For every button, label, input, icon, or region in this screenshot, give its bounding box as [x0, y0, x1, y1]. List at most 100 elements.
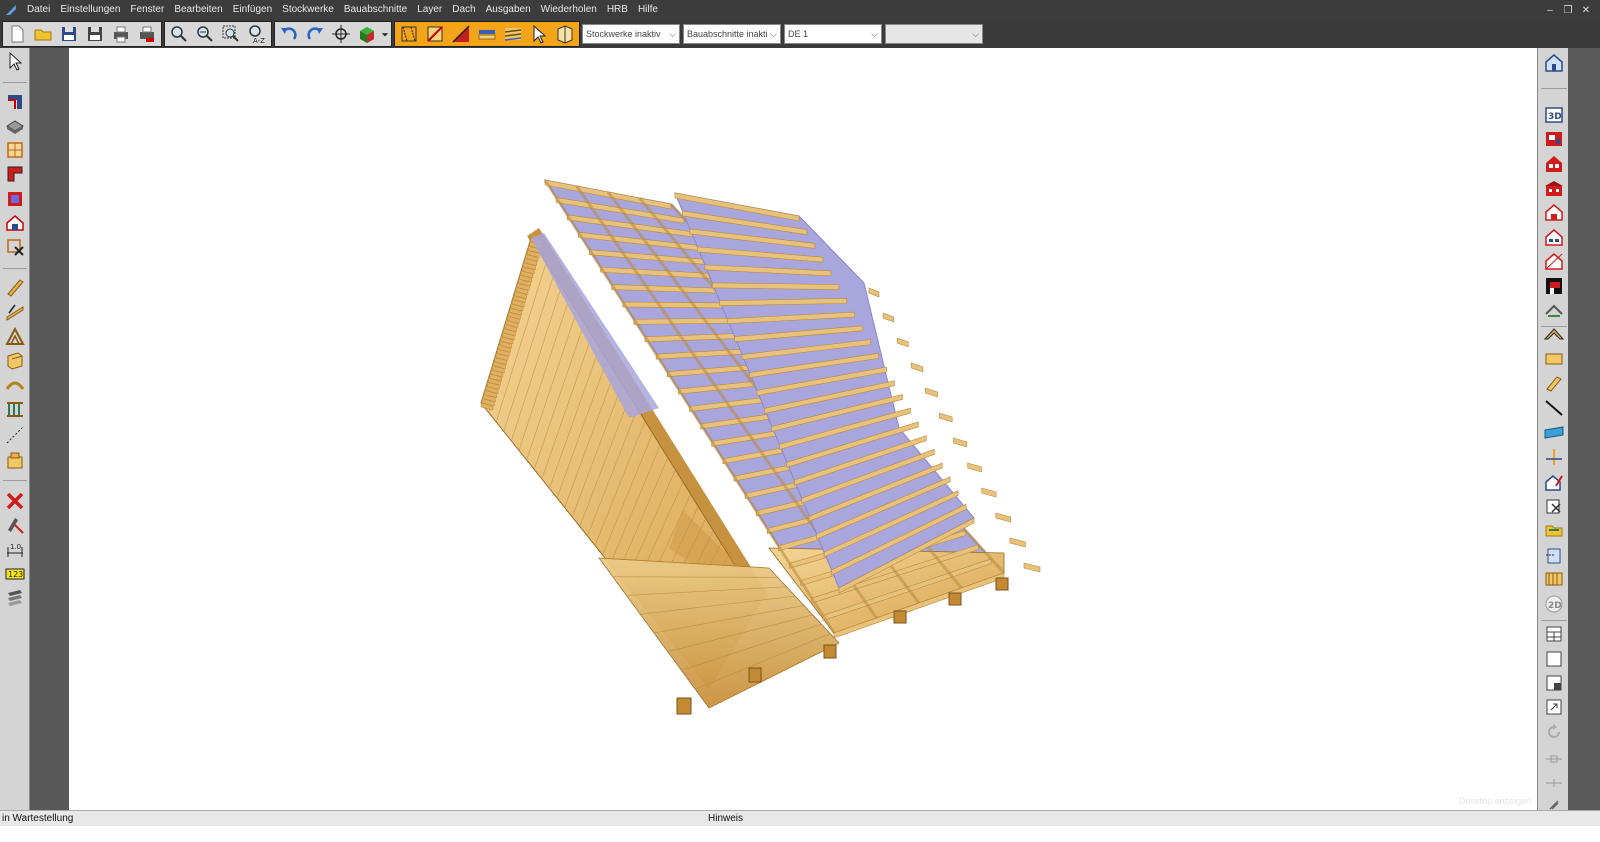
axis-icon[interactable] — [1542, 446, 1566, 468]
roof-layers-icon[interactable] — [474, 22, 500, 46]
dashed-line-icon[interactable] — [3, 424, 27, 446]
room-tool-icon[interactable] — [3, 188, 27, 210]
menu-hilfe[interactable]: Hilfe — [633, 0, 663, 20]
menu-dach[interactable]: Dach — [447, 0, 480, 20]
house-side-icon[interactable] — [1542, 177, 1566, 199]
zoom-text-icon[interactable]: A-Z — [244, 22, 270, 46]
floor-plan-icon[interactable] — [1542, 128, 1566, 150]
zoom-in-icon[interactable] — [166, 22, 192, 46]
view-toolbar-group: A-Z — [164, 21, 272, 47]
ladder-batten — [1009, 537, 1026, 548]
roof-red-icon[interactable] — [448, 22, 474, 46]
house-pen-icon[interactable] — [1542, 471, 1566, 493]
3d-cube-icon[interactable] — [354, 22, 380, 46]
menu-bearbeiten[interactable]: Bearbeiten — [169, 0, 227, 20]
roof-battens-icon[interactable] — [500, 22, 526, 46]
line-diagonal-icon[interactable] — [1542, 397, 1566, 419]
2d-view-icon[interactable]: 2D — [1542, 593, 1566, 615]
delete-icon[interactable] — [3, 490, 27, 512]
slab-tool-icon[interactable] — [3, 115, 27, 137]
menu-hrb[interactable]: HRB — [602, 0, 633, 20]
crosshair-icon[interactable] — [328, 22, 354, 46]
floors-select[interactable]: Stockwerke inaktiv ⌵ — [582, 24, 680, 44]
house-outline-icon[interactable] — [1542, 201, 1566, 223]
list-icon[interactable] — [3, 587, 27, 609]
save-all-icon[interactable] — [82, 22, 108, 46]
corner-black-icon[interactable] — [1542, 275, 1566, 297]
pointer-icon[interactable] — [526, 22, 552, 46]
house-red-icon[interactable] — [1542, 153, 1566, 175]
close-icon[interactable]: ✕ — [1578, 5, 1594, 16]
print-preview-icon[interactable] — [134, 22, 160, 46]
save-icon[interactable] — [56, 22, 82, 46]
menu-layer[interactable]: Layer — [412, 0, 447, 20]
arch-tool-icon[interactable] — [3, 374, 27, 396]
status-bar: in Wartestellung Hinweis — [0, 810, 1600, 826]
menu-einfuegen[interactable]: Einfügen — [228, 0, 277, 20]
book-icon[interactable] — [552, 22, 578, 46]
roof-edit-icon[interactable] — [422, 22, 448, 46]
numbering-icon[interactable]: 123 — [3, 563, 27, 585]
hint-text: Hinweis — [708, 813, 744, 824]
ladder-batten — [868, 287, 880, 298]
app-logo-icon — [6, 5, 16, 15]
wall-tool-icon[interactable] — [3, 90, 27, 112]
single-view-icon[interactable] — [1542, 648, 1566, 670]
beam-tool-icon[interactable] — [3, 349, 27, 371]
dimension-icon[interactable]: 1.0 — [3, 538, 27, 560]
menu-ausgaben[interactable]: Ausgaben — [481, 0, 536, 20]
sections-select[interactable]: Bauabschnitte inakti ⌵ — [683, 24, 781, 44]
layer-select[interactable]: DE 1 ⌵ — [784, 24, 882, 44]
zoom-window-icon[interactable] — [218, 22, 244, 46]
board-icon[interactable] — [1542, 348, 1566, 370]
menu-einstellungen[interactable]: Einstellungen — [55, 0, 125, 20]
vertical-split-icon[interactable] — [1542, 772, 1566, 794]
print-icon[interactable] — [108, 22, 134, 46]
menu-wiederholen[interactable]: Wiederholen — [536, 0, 602, 20]
rotate-icon[interactable] — [1542, 721, 1566, 743]
horizontal-split-icon[interactable] — [1542, 748, 1566, 770]
extra-select[interactable]: ⌵ — [885, 24, 983, 44]
house-tool-icon[interactable] — [3, 212, 27, 234]
truss-tool-icon[interactable] — [3, 325, 27, 347]
cut-icon[interactable] — [1542, 495, 1566, 517]
purlin-tool-icon[interactable] — [3, 300, 27, 322]
resize-view-icon[interactable] — [1542, 696, 1566, 718]
open-folder-icon[interactable] — [30, 22, 56, 46]
railing-icon[interactable] — [1542, 568, 1566, 590]
house-front-icon[interactable] — [1542, 226, 1566, 248]
select-arrow-icon[interactable] — [3, 50, 27, 72]
open-folder-right-icon[interactable] — [1542, 519, 1566, 541]
gable-roof-icon[interactable] — [1542, 324, 1566, 346]
roof-plane-icon[interactable] — [1542, 299, 1566, 321]
minimize-icon[interactable]: – — [1542, 5, 1558, 16]
3d-view-icon[interactable]: 3D — [1542, 104, 1566, 126]
modify-icon[interactable] — [3, 514, 27, 536]
zoom-out-icon[interactable] — [192, 22, 218, 46]
roof-select-icon[interactable] — [396, 22, 422, 46]
dropdown-arrow-icon[interactable] — [380, 22, 390, 46]
panel-blue-icon[interactable] — [1542, 421, 1566, 443]
window-tool-icon[interactable] — [3, 139, 27, 161]
red-wall-corner-icon[interactable] — [3, 163, 27, 185]
house-blue-icon[interactable] — [1542, 52, 1566, 74]
restore-icon[interactable]: ❐ — [1560, 5, 1576, 16]
new-file-icon[interactable] — [4, 22, 30, 46]
house-section-icon[interactable] — [1542, 250, 1566, 272]
undo-icon[interactable] — [276, 22, 302, 46]
grid-layout-icon[interactable] — [1542, 623, 1566, 645]
menu-bauabschnitte[interactable]: Bauabschnitte — [339, 0, 412, 20]
menu-datei[interactable]: Datei — [22, 0, 55, 20]
elevation-icon[interactable] — [1542, 544, 1566, 566]
roof-3d-model[interactable] — [69, 48, 1537, 810]
opening-tool-icon[interactable] — [3, 236, 27, 258]
redo-icon[interactable] — [302, 22, 328, 46]
corner-view-icon[interactable] — [1542, 672, 1566, 694]
menu-stockwerke[interactable]: Stockwerke — [277, 0, 339, 20]
3d-viewport[interactable]: Desktop anzeigen — [69, 48, 1537, 810]
component-tool-icon[interactable] — [3, 449, 27, 471]
studs-tool-icon[interactable] — [3, 398, 27, 420]
beam-diagonal-icon[interactable] — [1542, 373, 1566, 395]
rafter-tool-icon[interactable] — [3, 276, 27, 298]
menu-fenster[interactable]: Fenster — [125, 0, 169, 20]
